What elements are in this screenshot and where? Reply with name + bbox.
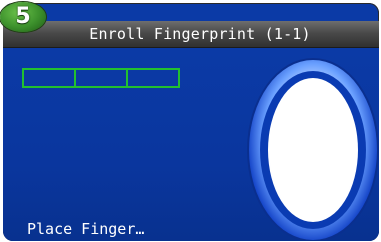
fingerprint-oval-icon <box>249 60 377 240</box>
window-title: Enroll Fingerprint (1-1) <box>89 25 311 43</box>
title-bar: Enroll Fingerprint (1-1) <box>3 21 379 48</box>
enroll-content: Place Finger… <box>3 48 379 241</box>
status-message: Place Finger… <box>27 220 145 238</box>
step-number: 5 <box>15 4 31 29</box>
fingerprint-capture-area <box>268 78 358 222</box>
progress-segment <box>74 68 128 88</box>
fingerprint-oval-ring <box>260 71 366 229</box>
device-screen: Enroll Fingerprint (1-1) Place Finger… <box>3 3 379 241</box>
progress-segment <box>126 68 180 88</box>
step-number-badge: 5 <box>0 2 46 32</box>
progress-segment <box>22 68 76 88</box>
enroll-progress <box>22 68 180 88</box>
